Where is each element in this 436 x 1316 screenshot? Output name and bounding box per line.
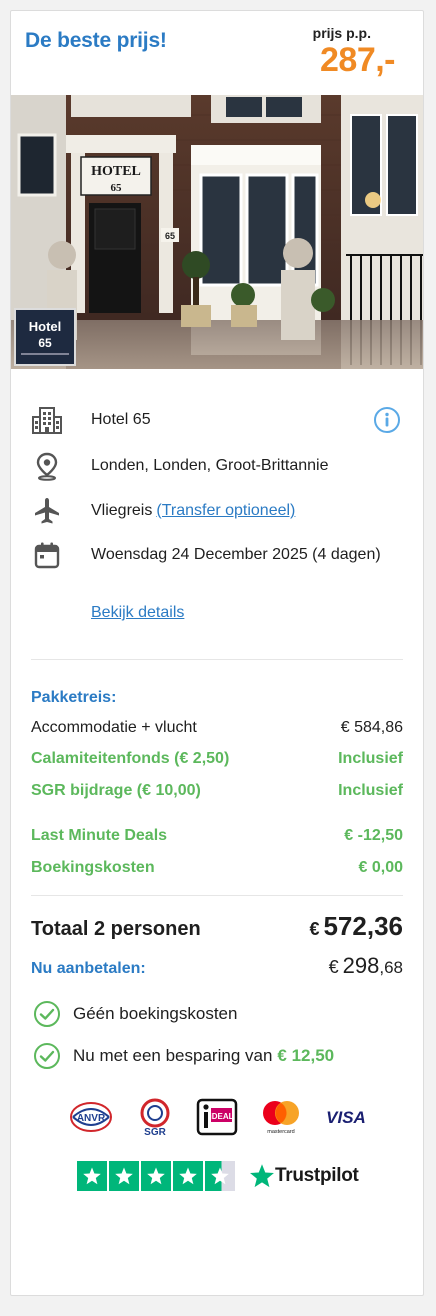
package-label-row: Pakketreis: [31,689,403,707]
benefit-no-costs: Géén boekingskosten [33,1000,403,1028]
transfer-optional-link[interactable]: (Transfer optioneel) [156,502,295,520]
info-row-date: Woensdag 24 December 2025 (4 dagen) [31,540,403,570]
trustpilot-rating[interactable]: Trustpilot [77,1160,359,1192]
last-minute-row: Last Minute Deals € -12,50 [31,827,403,845]
offer-card: De beste prijs! prijs p.p. 287,- HOTEL 6… [10,10,424,1296]
pay-now-cents: ,68 [379,958,403,977]
info-row-hotel: Hotel 65 [31,405,403,435]
pay-now-currency: € [328,957,339,977]
last-minute-label: Last Minute Deals [31,827,168,844]
hotel-photo[interactable]: HOTEL 65 65 Hotel 65 [11,95,423,369]
mastercard-text: mastercard [267,1129,295,1135]
total-row: Totaal 2 personen €572,36 [31,911,403,942]
pay-now-label: Nu aanbetalen: [31,960,146,977]
savings-amount: € 12,50 [277,1046,335,1065]
plate-line1: Hotel [29,319,62,334]
divider [31,895,403,896]
location-text: Londen, Londen, Groot-Brittannie [91,457,329,474]
calamity-fund-row: Calamiteitenfonds (€ 2,50) Inclusief [31,750,403,768]
price-per-person: 287,- [320,41,396,79]
plate-line2: 65 [38,336,52,350]
payment-logos: ANVR SGR iDEAL mastercard VISA [69,1097,369,1137]
booking-costs-value: € 0,00 [358,859,403,876]
total-amount: €572,36 [309,911,403,942]
package-label: Pakketreis: [31,689,117,706]
trustpilot-stars [77,1161,237,1191]
benefit-savings: Nu met een besparing van € 12,50 [33,1042,403,1070]
sgr-logo: SGR [140,1098,169,1137]
trustpilot-brand: Trustpilot [275,1165,359,1186]
hotel-sign-line2: 65 [111,182,123,194]
divider [31,659,403,660]
star-icon [141,1161,171,1191]
trustpilot-star-icon [250,1164,274,1188]
ideal-logo: iDEAL [196,1098,238,1136]
accommodation-value: € 584,86 [340,719,403,736]
pay-now-row: Nu aanbetalen: €298,68 [31,953,403,979]
pay-now-whole: 298 [342,953,380,978]
hotel-name: Hotel 65 [91,411,151,428]
visa-text: VISA [326,1108,366,1127]
sgr-text: SGR [144,1127,166,1137]
hotel-sign-line1: HOTEL [91,164,141,179]
location-pin-icon [31,451,63,481]
visa-logo: VISA [326,1108,366,1127]
info-row-location: Londen, Londen, Groot-Brittannie [31,451,403,481]
calamity-fund-value: Inclusief [338,750,403,767]
calendar-icon [31,540,63,570]
hotel-building-icon [31,405,63,435]
view-details-link[interactable]: Bekijk details [91,604,184,622]
ideal-text: iDEAL [210,1112,234,1121]
booking-costs-label: Boekingskosten [31,859,155,876]
check-circle-icon [34,1001,60,1027]
total-value: 572,36 [323,911,403,941]
anvr-text: ANVR [77,1113,106,1124]
pay-now-amount: €298,68 [329,953,403,979]
house-number: 65 [165,231,175,241]
sgr-label: SGR bijdrage (€ 10,00) [31,782,201,799]
best-price-title: De beste prijs! [25,29,167,52]
star-icon [173,1161,203,1191]
savings-text: Nu met een besparing van [73,1046,273,1065]
accommodation-label: Accommodatie + vlucht [31,719,197,736]
last-minute-value: € -12,50 [344,827,403,844]
accommodation-row: Accommodatie + vlucht € 584,86 [31,719,403,737]
star-icon [109,1161,139,1191]
mastercard-logo: mastercard [262,1101,299,1135]
price-header: De beste prijs! prijs p.p. 287,- [11,11,423,95]
booking-costs-row: Boekingskosten € 0,00 [31,859,403,877]
total-currency: € [309,919,320,939]
trustpilot-logo: Trustpilot [249,1163,359,1189]
sgr-row: SGR bijdrage (€ 10,00) Inclusief [31,782,403,800]
airplane-icon [31,496,63,526]
star-icon [77,1161,107,1191]
sgr-value: Inclusief [338,782,403,799]
travel-date: Woensdag 24 December 2025 (4 dagen) [91,546,381,563]
anvr-logo: ANVR [70,1102,112,1132]
check-circle-icon [34,1043,60,1069]
info-circle-icon[interactable] [373,406,401,439]
half-star-icon [205,1161,235,1191]
travel-type: Vliegreis [91,502,153,519]
no-booking-costs-text: Géén boekingskosten [73,1004,238,1023]
calamity-fund-label: Calamiteitenfonds (€ 2,50) [31,750,230,767]
price-per-person-label: prijs p.p. [312,25,371,41]
info-row-travel: Vliegreis (Transfer optioneel) [31,496,403,526]
total-label: Totaal 2 personen [31,918,201,940]
